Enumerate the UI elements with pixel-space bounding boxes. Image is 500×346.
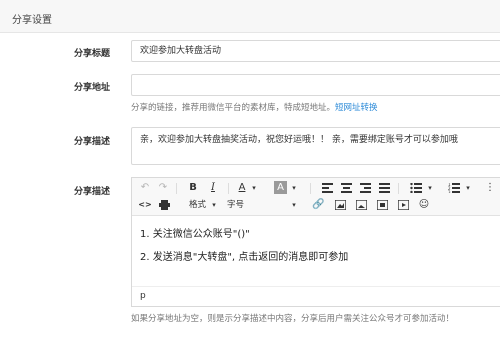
element-path-bar: p [132,286,500,306]
share-url-help: 分享的链接，推荐用微信平台的素材库，特成短地址。短网址转换 [131,101,378,113]
share-url-input[interactable] [131,74,500,96]
share-desc-textarea[interactable]: 亲，欢迎参加大转盘抽奖活动，祝您好运哦！！ 亲，需要绑定账号才可以参加哦 [131,127,500,165]
align-left-icon[interactable] [322,183,333,193]
chevron-down-icon[interactable]: ▾ [464,181,472,195]
align-center-icon[interactable] [341,183,352,193]
share-desc2-help: 如果分享地址为空，则是示分享描述中内容，分享后用户需关注公众号才可参加活动！ [131,314,455,324]
share-url-label: 分享地址 [73,83,110,93]
bullet-list-icon[interactable] [410,183,422,193]
rich-text-editor: ↶ ↷ B I A ▾ A ▾ ▾ 123 ▾ ⋮ <> 格式 ▾ 字号 ▾ 🔗… [131,177,500,307]
align-justify-icon[interactable] [379,183,390,193]
editor-content[interactable]: 1. 关注微信公众账号"()" 2. 发送消息"大转盘", 点击返回的消息即可参… [140,225,348,271]
short-url-convert-link[interactable]: 短网址转换 [335,103,378,113]
toolbar-divider [310,183,311,194]
share-url-help-text: 分享的链接，推荐用微信平台的素材库，特成短地址。 [131,103,336,113]
align-right-icon[interactable] [360,183,371,193]
redo-icon[interactable]: ↷ [156,181,170,195]
font-size-select[interactable]: 字号 [227,198,244,212]
share-desc2-label: 分享描述 [73,187,110,197]
link-icon[interactable]: 🔗 [312,198,324,212]
font-color-button[interactable]: A [236,181,248,195]
chevron-down-icon[interactable]: ▾ [290,198,298,212]
toolbar-divider [398,183,399,194]
content-line: 1. 关注微信公众账号"()" [140,229,250,240]
source-code-button[interactable]: <> [138,198,152,212]
toolbar-divider [228,183,229,194]
more-icon[interactable]: ⋮ [484,181,496,195]
numbered-list-icon[interactable]: 123 [448,183,460,193]
video-icon[interactable] [398,200,409,210]
file-icon[interactable] [377,200,388,210]
chevron-down-icon[interactable]: ▾ [210,198,218,212]
image-icon[interactable] [335,200,346,210]
chevron-down-icon[interactable]: ▾ [426,181,434,195]
editor-toolbar: ↶ ↷ B I A ▾ A ▾ ▾ 123 ▾ ⋮ <> 格式 ▾ 字号 ▾ 🔗… [132,178,500,216]
gallery-icon[interactable] [356,200,367,210]
chevron-down-icon[interactable]: ▾ [250,181,258,195]
print-icon[interactable] [159,200,170,210]
format-select[interactable]: 格式 [189,198,206,212]
share-title-input[interactable]: 欢迎参加大转盘活动 [131,40,500,62]
share-desc-label: 分享描述 [73,137,110,147]
content-line: 2. 发送消息"大转盘", 点击返回的消息即可参加 [140,252,349,263]
bold-button[interactable]: B [186,181,200,195]
emoji-icon[interactable]: ☺ [418,198,430,212]
italic-button[interactable]: I [206,181,220,195]
element-path[interactable]: p [140,291,146,301]
panel-header: 分享设置 [0,0,500,33]
undo-icon[interactable]: ↶ [138,181,152,195]
chevron-down-icon[interactable]: ▾ [290,181,298,195]
share-title-label: 分享标题 [73,49,110,59]
toolbar-divider [176,183,177,194]
svg-text:3: 3 [448,190,451,193]
bg-color-button[interactable]: A [274,181,287,194]
panel-title: 分享设置 [12,15,52,26]
